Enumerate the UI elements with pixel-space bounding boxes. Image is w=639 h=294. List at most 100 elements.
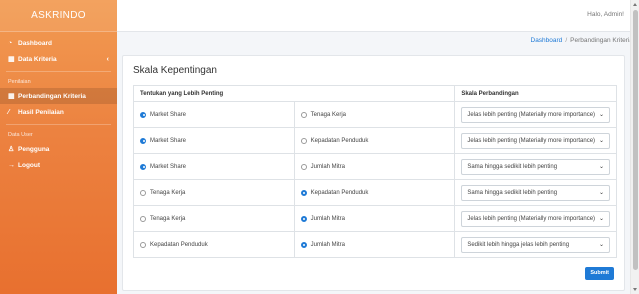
table-row: Market Share Jumlah Mitra Sama hingga sedi… bbox=[133, 153, 617, 180]
criteria-label: Jumlah Mitra bbox=[310, 215, 345, 222]
comparison-table: Tentukan yang Lebih Penting Skala Perban… bbox=[132, 85, 617, 258]
criteria-label: Kepadatan Penduduk bbox=[310, 189, 369, 196]
chevron-down-icon: ⌄ bbox=[598, 216, 604, 222]
breadcrumb-home-link[interactable]: Dashboard bbox=[531, 37, 563, 44]
radio-checked-icon[interactable] bbox=[300, 215, 307, 222]
brand-logo[interactable]: ASKRINDO bbox=[0, 0, 117, 32]
scale-select[interactable]: Jelas lebih penting (Materially more imp… bbox=[461, 210, 610, 227]
sidebar-divider bbox=[6, 124, 111, 125]
scale-select[interactable]: Jelas lebih penting (Materially more imp… bbox=[461, 106, 610, 123]
header-choose-more-important: Tentukan yang Lebih Penting bbox=[132, 85, 456, 102]
breadcrumb: Dashboard / Perbandingan Kriteria bbox=[531, 37, 634, 44]
criteria-radio-b[interactable]: Kepadatan Penduduk bbox=[300, 189, 449, 196]
criteria-radio-b[interactable]: Jumlah Mitra bbox=[300, 215, 449, 222]
page-scrollbar[interactable] bbox=[630, 0, 639, 294]
sidebar-item-label: Pengguna bbox=[18, 145, 50, 153]
radio-checked-icon[interactable] bbox=[140, 163, 146, 170]
criteria-label: Tenaga Kerja bbox=[150, 215, 186, 222]
card-title: Skala Kepentingan bbox=[133, 65, 217, 76]
header-comparison-scale: Skala Perbandingan bbox=[454, 85, 617, 102]
sidebar-item-logout[interactable]: → Logout bbox=[0, 157, 117, 173]
scale-cell: Sama hingga sedikit lebih penting ⌄ bbox=[454, 153, 617, 180]
sidebar-item-data-kriteria[interactable]: ▦ Data Kriteria ‹ bbox=[0, 51, 117, 67]
sidebar-item-label: Dashboard bbox=[18, 39, 52, 47]
criteria-radio-a[interactable]: Market Share bbox=[140, 137, 288, 144]
criteria-radio-b[interactable]: Kepadatan Penduduk bbox=[300, 137, 449, 144]
criteria-radio-b[interactable]: Jumlah Mitra bbox=[300, 163, 449, 170]
breadcrumb-current: Perbandingan Kriteria bbox=[570, 37, 633, 44]
table-icon: ▦ bbox=[8, 56, 15, 63]
radio-checked-icon[interactable] bbox=[300, 241, 307, 248]
criteria-radio-b[interactable]: Jumlah Mitra bbox=[300, 241, 449, 248]
scale-select[interactable]: Sama hingga sedikit lebih penting ⌄ bbox=[461, 158, 610, 175]
scale-selected-value: Sedikit lebih hingga jelas lebih penting bbox=[467, 241, 570, 248]
criteria-label: Tenaga Kerja bbox=[310, 111, 347, 118]
sidebar-item-perbandingan-kriteria[interactable]: ▦ Perbandingan Kriteria bbox=[0, 88, 117, 104]
scale-selected-value: Jelas lebih penting (Materially more imp… bbox=[467, 111, 596, 118]
scale-selected-value: Sama hingga sedikit lebih penting bbox=[467, 189, 558, 196]
criteria-label: Market Share bbox=[150, 111, 187, 118]
scale-selected-value: Jelas lebih penting (Materially more imp… bbox=[467, 137, 596, 144]
criteria-radio-a[interactable]: Tenaga Kerja bbox=[140, 215, 288, 222]
scroll-up-arrow-icon[interactable] bbox=[633, 3, 637, 6]
radio-unchecked-icon[interactable] bbox=[300, 163, 307, 170]
scale-cell: Jelas lebih penting (Materially more imp… bbox=[454, 101, 617, 128]
criteria-label: Market Share bbox=[150, 163, 187, 170]
criteria-radio-a[interactable]: Market Share bbox=[140, 163, 288, 170]
scroll-down-arrow-icon[interactable] bbox=[633, 288, 637, 291]
scale-select[interactable]: Sama hingga sedikit lebih penting ⌄ bbox=[461, 184, 610, 201]
sidebar-heading-penilaian: Penilaian bbox=[8, 79, 31, 85]
table-row: Tenaga Kerja Kepadatan Penduduk Sama hingg… bbox=[133, 179, 617, 206]
criteria-radio-a[interactable]: Tenaga Kerja bbox=[140, 189, 288, 196]
sidebar-item-label: Hasil Penilaian bbox=[18, 108, 64, 116]
radio-checked-icon[interactable] bbox=[140, 137, 146, 144]
submit-button[interactable]: Submit bbox=[585, 267, 614, 280]
topbar: Halo, Admin! bbox=[117, 0, 630, 32]
dashboard-icon: ◔ bbox=[8, 39, 13, 47]
sidebar-divider bbox=[6, 71, 111, 72]
sidebar-item-dashboard[interactable]: ◔ Dashboard bbox=[0, 35, 117, 51]
scrollbar-thumb[interactable] bbox=[633, 10, 638, 270]
radio-unchecked-icon[interactable] bbox=[140, 215, 146, 222]
breadcrumb-separator: / bbox=[565, 37, 568, 44]
criteria-label: Tenaga Kerja bbox=[150, 189, 186, 196]
criteria-option-cell: Kepadatan Penduduk bbox=[293, 179, 456, 206]
criteria-option-cell: Market Share bbox=[133, 153, 295, 180]
user-icon: ♙ bbox=[8, 146, 15, 153]
radio-unchecked-icon[interactable] bbox=[140, 241, 146, 248]
chevron-down-icon: ⌄ bbox=[598, 138, 604, 144]
arrow-right-icon: → bbox=[8, 161, 15, 169]
radio-unchecked-icon[interactable] bbox=[140, 189, 146, 196]
chevron-down-icon: ⌄ bbox=[598, 112, 604, 118]
user-greeting[interactable]: Halo, Admin! bbox=[587, 11, 624, 18]
criteria-radio-a[interactable]: Market Share bbox=[140, 111, 288, 118]
criteria-option-cell: Jumlah Mitra bbox=[293, 231, 456, 258]
radio-checked-icon[interactable] bbox=[140, 111, 146, 118]
table-header-row: Tentukan yang Lebih Penting Skala Perban… bbox=[132, 85, 617, 102]
criteria-label: Market Share bbox=[150, 137, 187, 144]
scale-select[interactable]: Sedikit lebih hingga jelas lebih penting… bbox=[461, 236, 610, 253]
table-row: Market Share Kepadatan Penduduk Jelas lebi… bbox=[133, 127, 617, 154]
scale-select[interactable]: Jelas lebih penting (Materially more imp… bbox=[461, 132, 610, 149]
radio-checked-icon[interactable] bbox=[300, 189, 307, 196]
sidebar-item-pengguna[interactable]: ♙ Pengguna bbox=[0, 141, 117, 157]
radio-unchecked-icon[interactable] bbox=[300, 137, 307, 144]
criteria-radio-a[interactable]: Kepadatan Penduduk bbox=[140, 241, 288, 248]
criteria-option-cell: Market Share bbox=[133, 101, 295, 128]
criteria-label: Kepadatan Penduduk bbox=[310, 137, 369, 144]
criteria-option-cell: Tenaga Kerja bbox=[133, 179, 295, 206]
sidebar-heading-user: Data User bbox=[8, 132, 33, 138]
scale-selected-value: Sama hingga sedikit lebih penting bbox=[467, 163, 558, 170]
radio-unchecked-icon[interactable] bbox=[300, 111, 307, 118]
scale-selected-value: Jelas lebih penting (Materially more imp… bbox=[467, 215, 596, 222]
sidebar-item-hasil-penilaian[interactable]: ⁄ Hasil Penilaian bbox=[0, 104, 117, 120]
scale-cell: Sama hingga sedikit lebih penting ⌄ bbox=[454, 179, 617, 206]
criteria-option-cell: Kepadatan Penduduk bbox=[293, 127, 456, 154]
sidebar-item-label: Logout bbox=[18, 161, 41, 169]
scale-cell: Sedikit lebih hingga jelas lebih penting… bbox=[454, 231, 617, 258]
criteria-option-cell: Jumlah Mitra bbox=[293, 205, 456, 232]
criteria-option-cell: Kepadatan Penduduk bbox=[133, 231, 295, 258]
chevron-left-icon: ‹ bbox=[106, 55, 109, 63]
criteria-radio-b[interactable]: Tenaga Kerja bbox=[300, 111, 449, 118]
sidebar-item-label: Data Kriteria bbox=[18, 55, 57, 63]
